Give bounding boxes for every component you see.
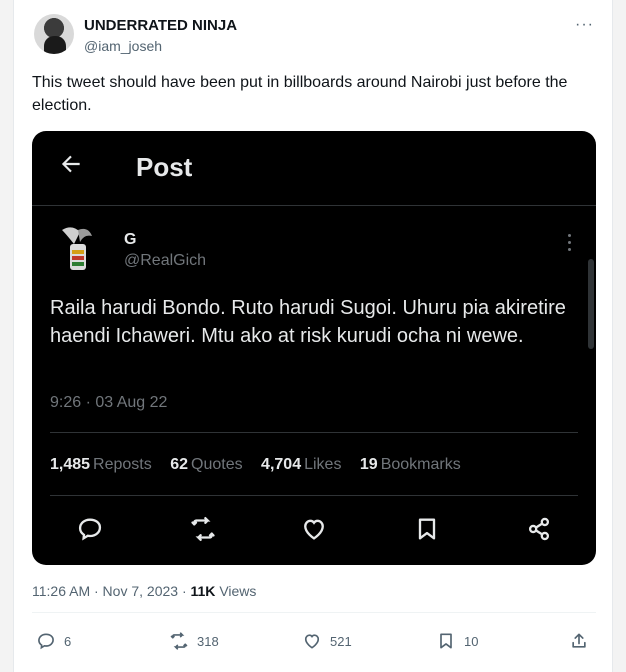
share-button[interactable] bbox=[569, 628, 589, 654]
tweet-card: UNDERRATED NINJA @iam_joseh ··· This twe… bbox=[13, 0, 613, 672]
share-icon bbox=[528, 517, 550, 541]
reply-button[interactable]: 6 bbox=[36, 628, 71, 654]
reply-icon bbox=[78, 518, 102, 541]
bookmark-icon bbox=[440, 633, 452, 649]
action-bar: 6 318 521 10 bbox=[14, 628, 612, 658]
embed-stat-likes: 4,704 Likes bbox=[261, 456, 342, 473]
bookmark-button[interactable]: 10 bbox=[436, 628, 478, 654]
embed-stat-quotes: 62 Quotes bbox=[170, 456, 243, 473]
back-arrow-icon bbox=[61, 155, 80, 173]
embed-timestamp: 9:26 · 03 Aug 22 bbox=[50, 394, 168, 411]
views-label: Views bbox=[219, 583, 257, 599]
tweet-text: This tweet should have been put in billb… bbox=[32, 74, 568, 114]
reply-count: 6 bbox=[64, 633, 72, 649]
embed-stat-bookmarks: 19 Bookmarks bbox=[359, 456, 461, 473]
embed-more-icon bbox=[568, 234, 572, 252]
embedded-screenshot[interactable]: Post G @RealGich Raila harudi Bondo. Rut… bbox=[32, 131, 596, 565]
embed-stats: 1,485 Reposts 62 Quotes 4,704 Likes 19 Bookm… bbox=[50, 456, 475, 474]
author-avatar[interactable] bbox=[34, 14, 74, 54]
repost-count: 318 bbox=[197, 633, 219, 649]
embed-stat-reposts: 1,485 Reposts bbox=[50, 456, 152, 473]
like-button[interactable]: 521 bbox=[302, 628, 352, 654]
divider bbox=[32, 612, 596, 613]
embed-header: Post bbox=[32, 131, 596, 206]
like-count: 521 bbox=[330, 633, 352, 649]
author-handle[interactable]: @iam_joseh bbox=[84, 38, 162, 54]
repost-icon bbox=[191, 516, 215, 542]
bookmark-icon bbox=[418, 518, 436, 540]
embed-name: G bbox=[124, 231, 137, 248]
repost-button[interactable]: 318 bbox=[169, 628, 219, 654]
tweet-meta: 11:26 AM · Nov 7, 2023 · 11K Views bbox=[32, 583, 256, 599]
like-icon bbox=[304, 519, 324, 540]
embed-action-bar bbox=[32, 515, 596, 549]
embed-scrollbar bbox=[588, 259, 594, 349]
like-icon bbox=[304, 634, 320, 649]
embed-handle: @RealGich bbox=[124, 252, 207, 269]
views-count: 11K bbox=[190, 583, 216, 599]
author-display-name[interactable]: UNDERRATED NINJA bbox=[84, 17, 237, 34]
reply-icon bbox=[38, 633, 54, 650]
embed-title: Post bbox=[136, 152, 193, 182]
repost-icon bbox=[170, 632, 188, 650]
bookmark-count: 10 bbox=[464, 633, 479, 649]
more-options-icon[interactable]: ··· bbox=[575, 16, 594, 34]
tweet-timestamp[interactable]: 11:26 AM · Nov 7, 2023 · bbox=[32, 583, 187, 599]
embed-divider bbox=[50, 432, 578, 433]
embed-divider bbox=[50, 495, 578, 496]
embed-avatar bbox=[56, 224, 100, 276]
share-icon bbox=[572, 633, 586, 648]
embed-text: Raila harudi Bondo. Ruto harudi Sugoi. U… bbox=[50, 297, 566, 347]
